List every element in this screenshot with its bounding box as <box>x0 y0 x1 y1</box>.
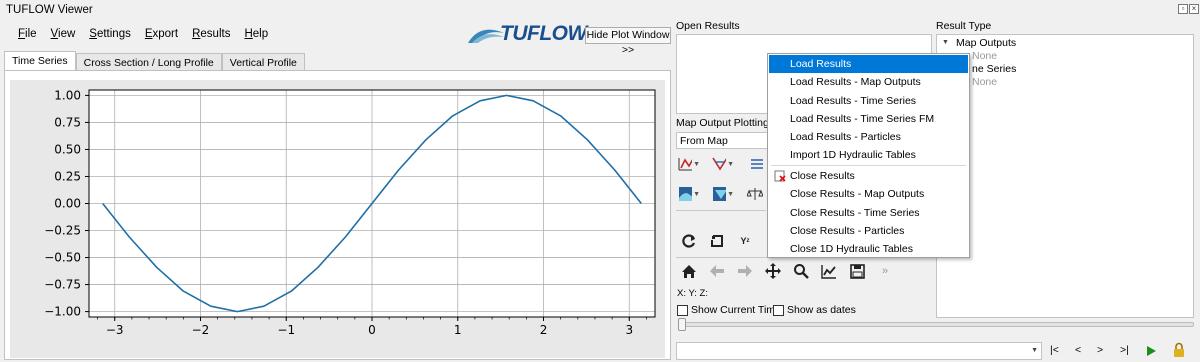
divider <box>676 210 766 211</box>
timeseries-plot-icon[interactable]: ▼ <box>678 154 700 174</box>
overflow-chevron-icon[interactable]: » <box>874 261 896 281</box>
menu-item-close-1d-hydraulic-tables[interactable]: Close 1D Hydraulic Tables <box>769 240 968 258</box>
cross-section-plot-icon[interactable]: ▼ <box>712 154 734 174</box>
scale-icon[interactable] <box>744 184 766 204</box>
refresh-icon[interactable] <box>678 231 700 251</box>
x-tick-label: 3 <box>625 323 633 337</box>
forward-icon[interactable] <box>734 261 756 281</box>
save-icon[interactable] <box>846 261 868 281</box>
chevron-down-icon[interactable]: ▼ <box>693 191 700 198</box>
freeze-icon[interactable] <box>706 231 728 251</box>
zoom-icon[interactable] <box>790 261 812 281</box>
menu-help[interactable]: Help <box>237 26 275 44</box>
tree-item-map-outputs[interactable]: Map Outputs <box>956 37 1016 49</box>
lock-icon[interactable] <box>1172 342 1186 358</box>
pan-icon[interactable] <box>762 261 784 281</box>
menu-file[interactable]: File <box>11 26 44 44</box>
y-tick-label: 0.25 <box>54 169 81 183</box>
hide-plot-window-button[interactable]: Hide Plot Window >> <box>585 27 671 56</box>
menu-item-close-results-particles[interactable]: Close Results - Particles <box>769 222 968 240</box>
menu-item-load-results-particles[interactable]: Load Results - Particles <box>769 128 968 146</box>
prev-timestep-button[interactable]: < <box>1075 344 1081 356</box>
y-tick-label: −0.75 <box>44 278 81 292</box>
menu-export[interactable]: Export <box>138 26 185 44</box>
chevron-down-icon: ▼ <box>1031 347 1038 354</box>
time-series-chart[interactable]: −3 −2 −1 0 1 2 3 1.00 0.75 0.50 0.25 0.00 −0.25 −0.50… <box>10 80 665 358</box>
show-current-time-checkbox[interactable] <box>677 305 688 316</box>
back-icon[interactable] <box>706 261 728 281</box>
menu-item-load-results[interactable]: Load Results <box>769 55 968 73</box>
load-results-context-menu: Load Results Load Results - Map Outputs … <box>767 53 970 258</box>
menu-bar: File View Settings Export Results Help <box>11 26 275 44</box>
tab-time-series[interactable]: Time Series <box>4 51 76 71</box>
plot-tabs: Time Series Cross Section / Long Profile… <box>4 51 305 71</box>
vertical-profile-icon[interactable] <box>746 154 768 174</box>
x-tick-label: 0 <box>368 323 376 337</box>
map-output-plotting-label: Map Output Plotting <box>676 117 769 129</box>
play-icon[interactable] <box>1145 345 1157 357</box>
plot-toolbar-2: ▼ ▼ <box>678 184 766 204</box>
map-layer-icon[interactable]: ▼ <box>678 184 700 204</box>
x-tick-label: −1 <box>277 323 295 337</box>
y-tick-label: 0.75 <box>54 115 81 129</box>
menu-separator <box>771 165 966 166</box>
menu-item-close-results-map-outputs[interactable]: Close Results - Map Outputs <box>769 185 968 203</box>
secondary-axis-icon[interactable]: Yz <box>734 231 756 251</box>
menu-results[interactable]: Results <box>185 26 237 44</box>
x-tick-label: 1 <box>454 323 462 337</box>
menu-item-close-results[interactable]: Close Results <box>769 167 968 185</box>
tree-expand-icon[interactable]: ▼ <box>942 39 949 46</box>
float-icon[interactable]: ▫ <box>1178 4 1188 14</box>
menu-item-import-1d-hydraulic-tables[interactable]: Import 1D Hydraulic Tables <box>769 146 968 164</box>
time-combo[interactable]: ▼ <box>676 342 1042 360</box>
y-tick-label: 0.00 <box>54 197 81 211</box>
last-timestep-button[interactable]: >| <box>1120 344 1129 356</box>
x-tick-label: −3 <box>106 323 124 337</box>
chevron-down-icon[interactable]: ▼ <box>727 191 734 198</box>
tab-cross-section-long-profile[interactable]: Cross Section / Long Profile <box>75 53 222 71</box>
show-current-time-label: Show Current Time <box>691 304 781 316</box>
y-tick-label: 0.50 <box>54 142 81 156</box>
time-slider-track[interactable] <box>678 322 1194 327</box>
cursor-coordinates: X: Y: Z: <box>677 288 708 299</box>
x-tick-label: 2 <box>540 323 548 337</box>
map-output-plotting-combo[interactable]: From Map <box>676 132 772 149</box>
x-tick-label: −2 <box>192 323 210 337</box>
show-as-dates-checkbox[interactable] <box>773 305 784 316</box>
tuflow-logo: TUFLOW <box>500 22 587 45</box>
menu-item-close-results-time-series[interactable]: Close Results - Time Series <box>769 204 968 222</box>
menu-item-load-results-time-series-fm[interactable]: Load Results - Time Series FM <box>769 110 968 128</box>
menu-item-load-results-map-outputs[interactable]: Load Results - Map Outputs <box>769 73 968 91</box>
plot-toolbar-1: ▼ ▼ <box>678 154 768 174</box>
tree-item-none[interactable]: None <box>972 50 997 62</box>
chevron-down-icon[interactable]: ▼ <box>727 161 734 168</box>
open-results-label: Open Results <box>676 20 740 32</box>
window-title: TUFLOW Viewer <box>6 4 93 16</box>
y-tick-label: −0.50 <box>44 251 81 265</box>
close-icon[interactable]: × <box>1189 4 1199 14</box>
navigation-toolbar: » <box>678 261 932 281</box>
tree-item-none[interactable]: None <box>972 76 997 88</box>
section-layer-icon[interactable]: ▼ <box>712 184 734 204</box>
y-tick-label: −1.00 <box>44 305 81 319</box>
menu-view[interactable]: View <box>44 26 83 44</box>
time-slider-handle[interactable] <box>678 318 686 331</box>
configure-subplots-icon[interactable] <box>818 261 840 281</box>
y-tick-label: −0.25 <box>44 224 81 238</box>
menu-settings[interactable]: Settings <box>82 26 138 44</box>
result-type-tree[interactable]: ▼ Map Outputs None ne Series None <box>936 34 1194 318</box>
chevron-down-icon[interactable]: ▼ <box>693 161 700 168</box>
plot-toolbar-3: Yz <box>678 231 756 251</box>
first-timestep-button[interactable]: |< <box>1050 344 1059 356</box>
home-icon[interactable] <box>678 261 700 281</box>
show-as-dates-label: Show as dates <box>787 304 856 316</box>
tree-item-time-series[interactable]: ne Series <box>972 63 1016 75</box>
tab-vertical-profile[interactable]: Vertical Profile <box>221 53 305 71</box>
result-type-label: Result Type <box>936 20 992 32</box>
menu-item-load-results-time-series[interactable]: Load Results - Time Series <box>769 92 968 110</box>
title-bar: TUFLOW Viewer ▫ × <box>0 0 1200 22</box>
next-timestep-button[interactable]: > <box>1097 344 1103 356</box>
y-tick-label: 1.00 <box>54 88 81 102</box>
